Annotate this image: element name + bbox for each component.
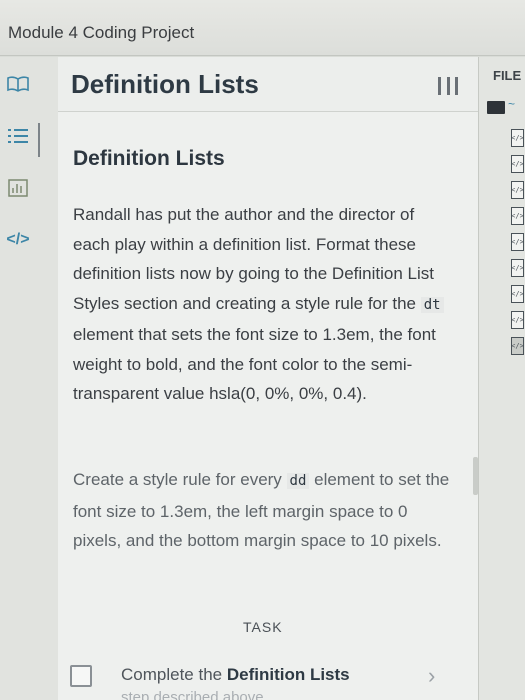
task-checkbox[interactable] xyxy=(70,665,92,687)
code-file-icon[interactable]: </> xyxy=(511,259,524,277)
file-panel: FILE ~ </> </> </> </> </> </> </> </> </> xyxy=(478,57,525,700)
columns-menu-icon[interactable] xyxy=(438,77,458,95)
p2-text-a: Create a style rule for every xyxy=(73,470,287,489)
code-file-icon[interactable]: </> xyxy=(511,207,524,225)
code-file-icon[interactable]: </> xyxy=(511,285,524,303)
instruction-paragraph-2: Create a style rule for every dd element… xyxy=(73,465,453,556)
code-file-icon[interactable]: </> xyxy=(511,311,524,329)
book-icon[interactable] xyxy=(6,73,30,95)
task-text: Complete the Definition Lists xyxy=(121,665,350,685)
rail-divider xyxy=(38,123,40,157)
task-text-prefix: Complete the xyxy=(121,665,227,684)
panel-header: Definition Lists xyxy=(58,57,478,112)
code-icon[interactable]: </> xyxy=(6,229,30,251)
code-file-icon[interactable]: </> xyxy=(511,337,524,355)
p1-text-a: Randall has put the author and the direc… xyxy=(73,205,434,313)
dd-code: dd xyxy=(286,473,310,489)
list-icon[interactable] xyxy=(6,125,30,147)
file-panel-label: FILE xyxy=(493,68,522,83)
title-bar: Module 4 Coding Project xyxy=(0,0,525,56)
dt-code: dt xyxy=(420,296,444,313)
code-file-icon[interactable]: </> xyxy=(511,129,524,147)
instructions-panel: Definition Lists Definition Lists Randal… xyxy=(58,57,478,700)
task-row[interactable]: Complete the Definition Lists step descr… xyxy=(58,655,478,700)
task-text-bold: Definition Lists xyxy=(226,665,350,684)
folder-icon[interactable] xyxy=(487,101,505,114)
panel-title: Definition Lists xyxy=(71,69,259,99)
folder-tilde: ~ xyxy=(508,97,516,111)
task-subtext: step described above xyxy=(121,689,264,700)
left-icon-rail: </> xyxy=(0,57,58,700)
window-title: Module 4 Coding Project xyxy=(8,23,195,42)
code-file-icon[interactable]: </> xyxy=(511,155,524,173)
code-icon-label: </> xyxy=(6,231,30,248)
task-label: TASK xyxy=(243,619,283,635)
code-file-icon[interactable]: </> xyxy=(511,181,524,199)
p1-text-b: element that sets the font size to 1.3em… xyxy=(73,325,436,403)
chart-icon[interactable] xyxy=(6,177,30,199)
section-heading: Definition Lists xyxy=(73,147,225,170)
chevron-right-icon[interactable]: › xyxy=(428,663,435,689)
instruction-paragraph-1: Randall has put the author and the direc… xyxy=(73,200,453,409)
code-file-icon[interactable]: </> xyxy=(511,233,524,251)
